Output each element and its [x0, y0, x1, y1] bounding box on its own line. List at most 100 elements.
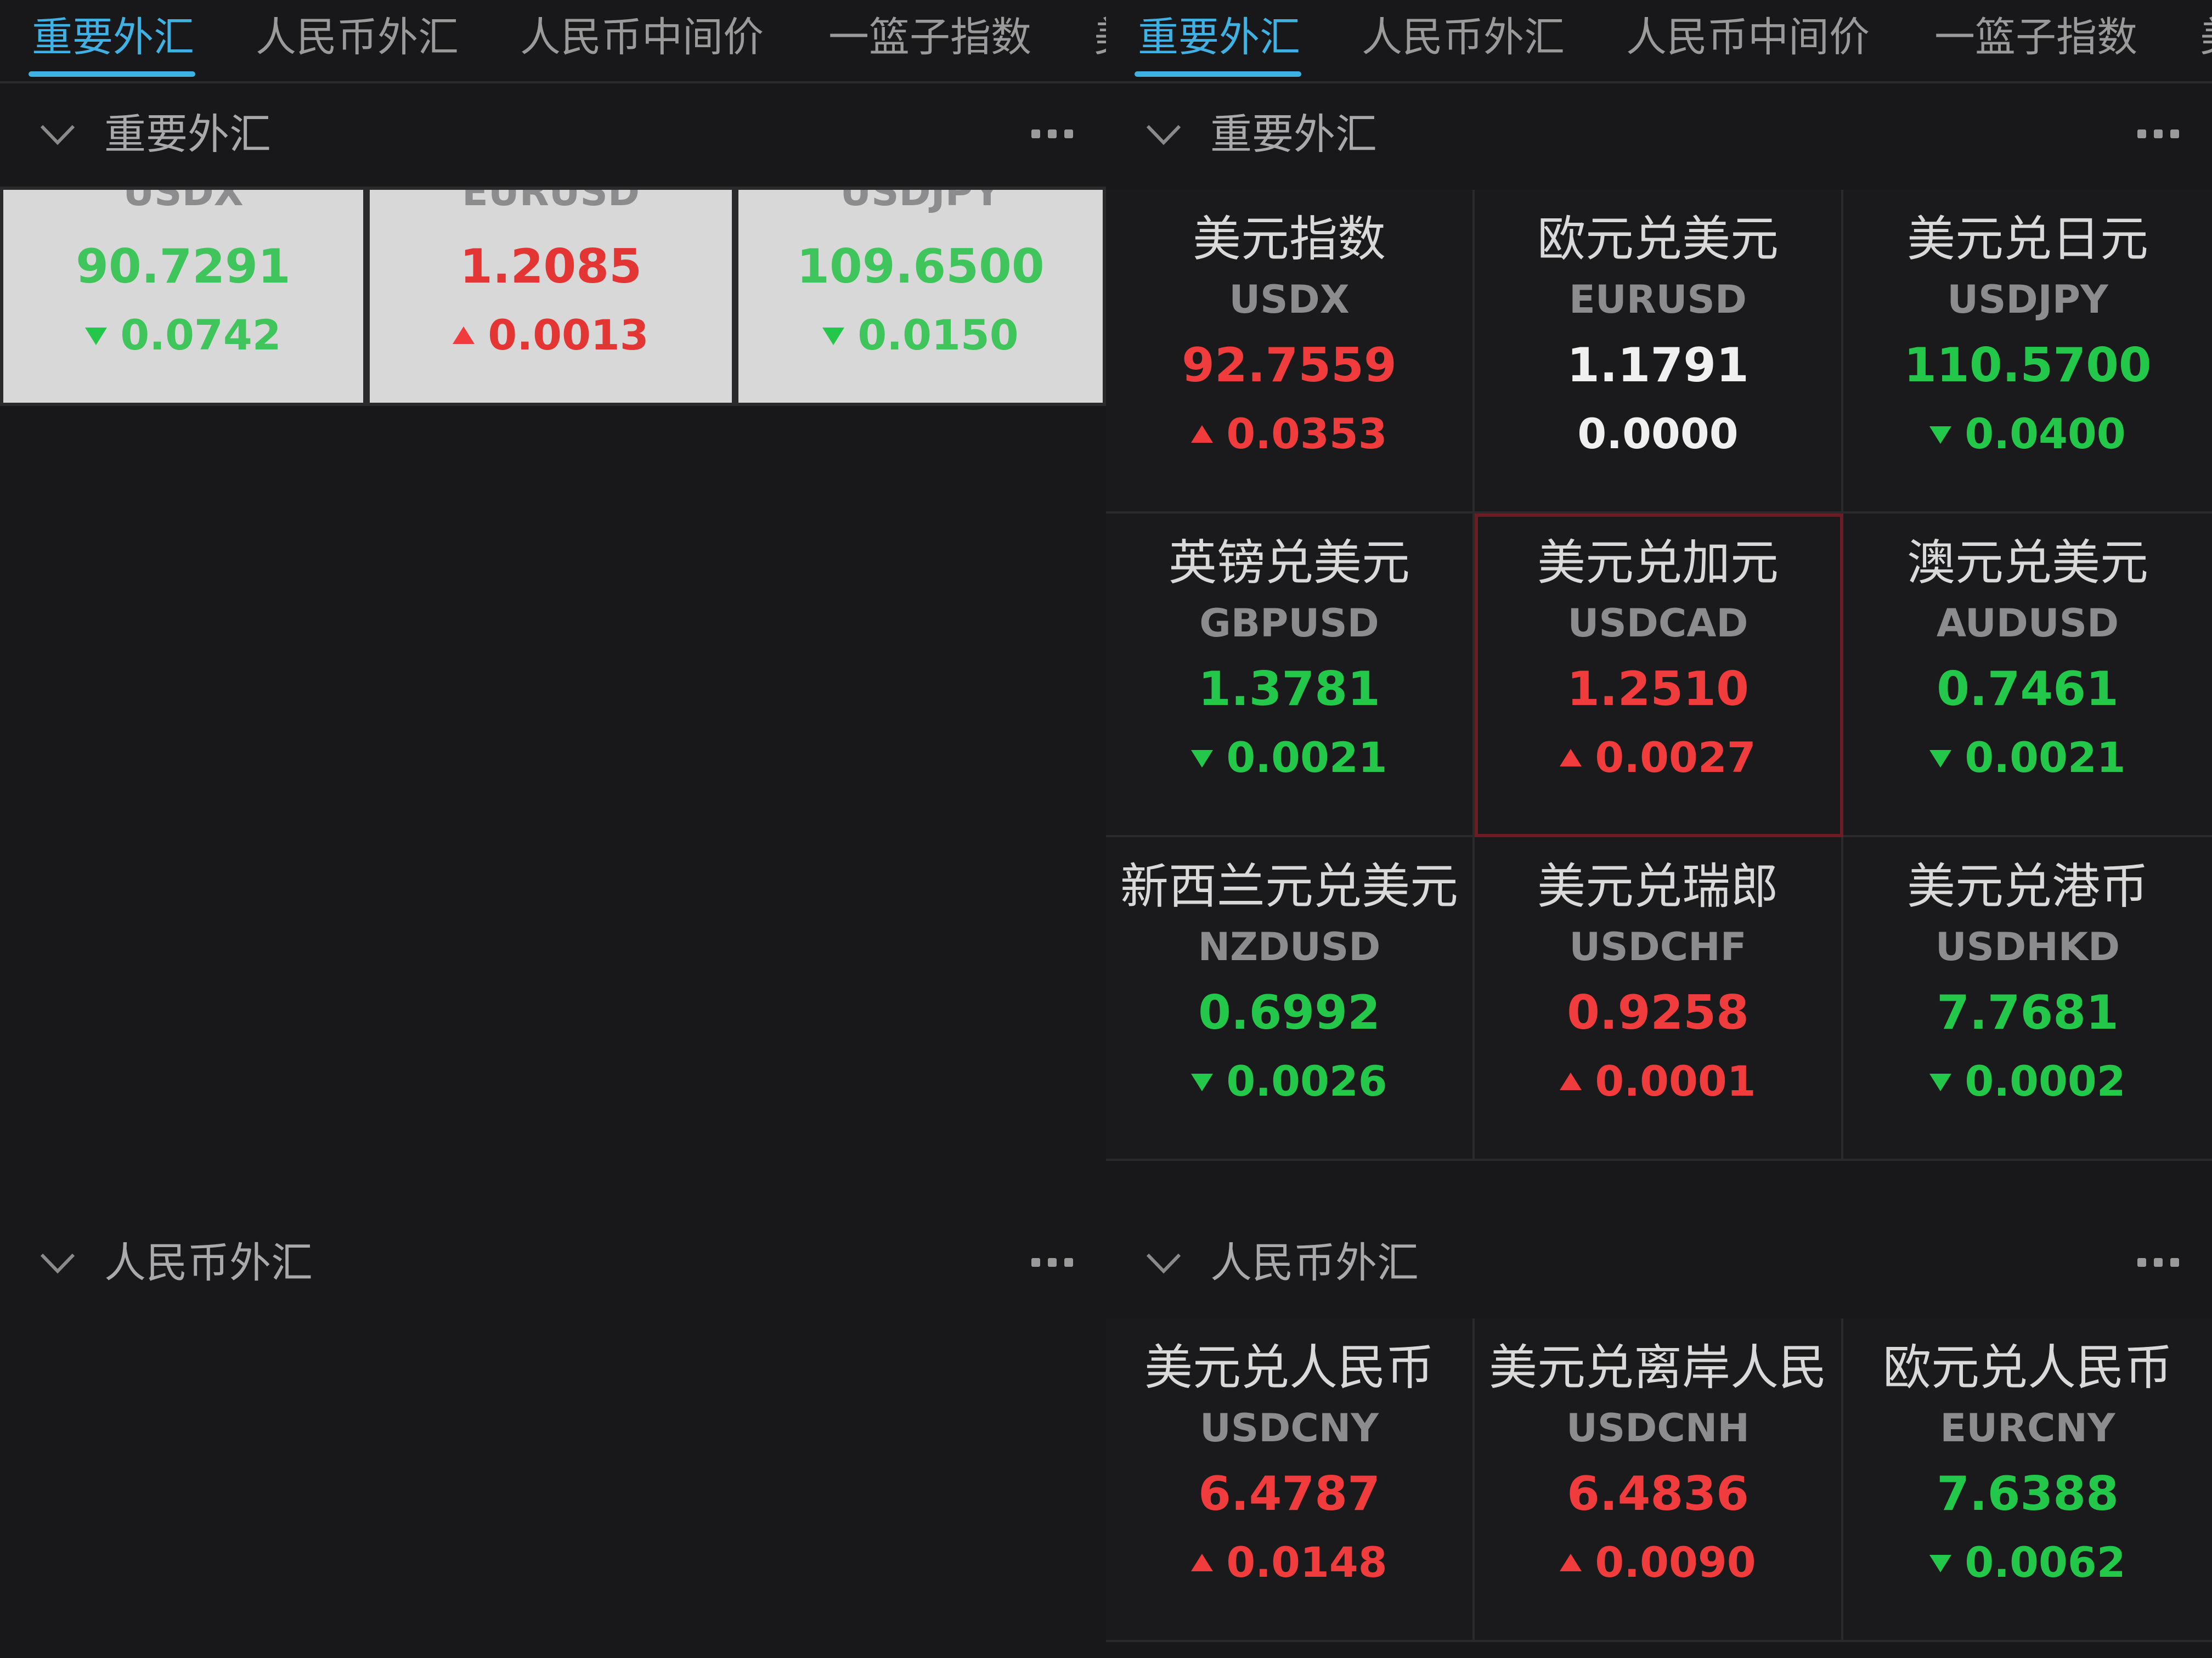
quote-cell-eurcny[interactable]: 欧元兑人民币 EURCNY 7.6388 0.0062 [1843, 1318, 2212, 1642]
chevron-down-icon[interactable] [1144, 1249, 1183, 1277]
tab-rmb-central-parity[interactable]: 人民币中间价 [1626, 10, 1870, 65]
more-dots-icon[interactable] [2137, 129, 2179, 138]
quote-price: 92.7559 [1182, 338, 1397, 393]
quote-cell-usdcnh[interactable]: 美元兑离岸人民 USDCNH 6.4836 0.0090 [1475, 1318, 1843, 1642]
quote-change: 0.0002 [1843, 1051, 2212, 1112]
quote-code: USDX [1229, 277, 1350, 322]
quote-cell-usdhkd[interactable]: 美元兑港币 USDHKD 7.7681 0.0002 [1843, 837, 2212, 1161]
tab-rmb-central-parity[interactable]: 人民币中间价 [520, 10, 764, 65]
quote-name: 澳元兑美元 [1906, 534, 2148, 591]
quote-name: 美元指数 [1192, 211, 1386, 267]
quote-code: USDCNY [1199, 1406, 1379, 1451]
triangle-up-icon [1560, 1073, 1582, 1090]
chevron-down-icon[interactable] [38, 121, 77, 148]
quote-code: EURUSD [462, 190, 640, 215]
triangle-down-icon [85, 328, 108, 345]
chevron-down-icon[interactable] [1144, 121, 1183, 148]
quote-change: 0.0026 [1106, 1051, 1472, 1112]
quote-cell-usdx[interactable]: 美元指数 USDX 92.7559 0.0353 [1106, 190, 1475, 514]
quote-strip-scrolled[interactable]: USDX 90.7291 0.0742 EURUSD 1.2085 0.0013… [0, 187, 1106, 406]
quote-change: 0.0062 [1843, 1532, 2212, 1593]
quote-change: 0.0148 [1106, 1532, 1472, 1593]
quote-code: USDCAD [1567, 601, 1748, 646]
quote-code: EURCNY [1940, 1406, 2115, 1451]
quote-change: 0.0090 [1475, 1532, 1841, 1593]
triangle-down-icon [1929, 750, 1952, 768]
quote-code: NZDUSD [1198, 924, 1381, 969]
quote-name: 英镑兑美元 [1168, 534, 1410, 591]
quote-cell[interactable]: EURUSD 1.2085 0.0013 [370, 190, 732, 403]
quote-name: 新西兰元兑美元 [1120, 858, 1458, 915]
triangle-up-icon [1560, 1554, 1582, 1571]
triangle-down-icon [1929, 426, 1952, 444]
section-title: 重要外汇 [104, 110, 271, 159]
quote-price: 6.4836 [1567, 1467, 1749, 1521]
quote-name: 美元兑加元 [1537, 534, 1779, 591]
tab-basket-index[interactable]: 一篮子指数 [1934, 10, 2137, 65]
triangle-down-icon [1929, 1555, 1952, 1572]
quote-cell-usdchf[interactable]: 美元兑瑞郎 USDCHF 0.9258 0.0001 [1475, 837, 1843, 1161]
quote-name: 欧元兑美元 [1537, 211, 1779, 267]
quote-change: 0.0001 [1475, 1051, 1841, 1112]
quote-cell[interactable]: USDX 90.7291 0.0742 [3, 190, 363, 403]
chevron-down-icon[interactable] [38, 1249, 77, 1277]
quote-change: 0.0150 [738, 305, 1103, 365]
section-title: 人民币外汇 [1210, 1238, 1419, 1287]
rmb-fx-grid: 美元兑人民币 USDCNY 6.4787 0.0148 美元兑离岸人民 USDCNH 6.4… [1106, 1318, 2212, 1642]
tab-bar: 重要外汇 人民币外汇 人民币中间价 一篮子指数 美 [1106, 0, 2212, 83]
tab-major-fx[interactable]: 重要外汇 [1138, 10, 1300, 65]
section-header-rmb[interactable]: 人民币外汇 [1106, 1211, 2212, 1315]
section-title: 人民币外汇 [104, 1238, 313, 1287]
quote-code: USDJPY [840, 190, 1001, 215]
quote-price: 7.7681 [1937, 985, 2119, 1040]
quote-code: AUDUSD [1936, 601, 2119, 646]
triangle-up-icon [1560, 749, 1582, 766]
section-header-major[interactable]: 重要外汇 [0, 82, 1106, 187]
triangle-up-icon [1191, 1554, 1214, 1571]
tab-active-underline [29, 71, 195, 77]
quote-code: GBPUSD [1199, 601, 1379, 646]
section-header-rmb[interactable]: 人民币外汇 [0, 1211, 1106, 1315]
quote-price: 1.3781 [1198, 662, 1380, 717]
quote-price: 1.1791 [1567, 338, 1749, 393]
quote-code: USDCHF [1569, 924, 1747, 969]
tab-major-fx[interactable]: 重要外汇 [32, 10, 194, 65]
quote-cell-nzdusd[interactable]: 新西兰元兑美元 NZDUSD 0.6992 0.0026 [1106, 837, 1475, 1161]
quote-code: USDCNH [1566, 1406, 1750, 1451]
quote-cell-usdcny[interactable]: 美元兑人民币 USDCNY 6.4787 0.0148 [1106, 1318, 1475, 1642]
quote-cell[interactable]: USDJPY 109.6500 0.0150 [738, 190, 1103, 403]
quote-cell-audusd[interactable]: 澳元兑美元 AUDUSD 0.7461 0.0021 [1843, 514, 2212, 837]
quote-cell-usdcad[interactable]: 美元兑加元 USDCAD 1.2510 0.0027 [1475, 514, 1843, 837]
triangle-down-icon [822, 328, 845, 345]
quote-code: USDHKD [1935, 924, 2120, 969]
section-header-major[interactable]: 重要外汇 [1106, 82, 2212, 187]
quote-code: USDJPY [1947, 277, 2108, 322]
tab-basket-index[interactable]: 一篮子指数 [828, 10, 1031, 65]
tab-active-underline [1135, 71, 1301, 77]
tab-rmb-fx[interactable]: 人民币外汇 [256, 10, 459, 65]
triangle-up-icon [453, 326, 475, 344]
quote-price: 90.7291 [76, 239, 291, 294]
quote-cell-gbpusd[interactable]: 英镑兑美元 GBPUSD 1.3781 0.0021 [1106, 514, 1475, 837]
more-dots-icon[interactable] [1031, 129, 1073, 138]
quote-change: 0.0400 [1843, 404, 2212, 464]
tab-overflow[interactable]: 美 [2200, 10, 2212, 65]
quote-name: 美元兑日元 [1906, 211, 2148, 267]
quote-cell-eurusd[interactable]: 欧元兑美元 EURUSD 1.1791 0.0000 [1475, 190, 1843, 514]
quote-code: EURUSD [1569, 277, 1747, 322]
quote-change: 0.0013 [370, 305, 732, 365]
tab-rmb-fx[interactable]: 人民币外汇 [1362, 10, 1565, 65]
tab-overflow[interactable]: 美 [1094, 10, 1106, 65]
quote-name: 欧元兑人民币 [1882, 1339, 2172, 1396]
right-panel: 重要外汇 人民币外汇 人民币中间价 一篮子指数 美 重要外汇 美元指数 USDX 9… [1106, 0, 2212, 1658]
quote-cell-usdjpy[interactable]: 美元兑日元 USDJPY 110.5700 0.0400 [1843, 190, 2212, 514]
left-panel: 重要外汇 人民币外汇 人民币中间价 一篮子指数 美 重要外汇 USDX 90.7… [0, 0, 1106, 1658]
more-dots-icon[interactable] [1031, 1258, 1073, 1267]
triangle-up-icon [1191, 425, 1214, 443]
quote-price: 1.2085 [460, 239, 642, 294]
more-dots-icon[interactable] [2137, 1258, 2179, 1267]
quote-change: 0.0000 [1577, 409, 1739, 458]
quote-price: 1.2510 [1567, 662, 1749, 717]
triangle-down-icon [1191, 1074, 1214, 1091]
quote-price: 109.6500 [797, 239, 1045, 294]
